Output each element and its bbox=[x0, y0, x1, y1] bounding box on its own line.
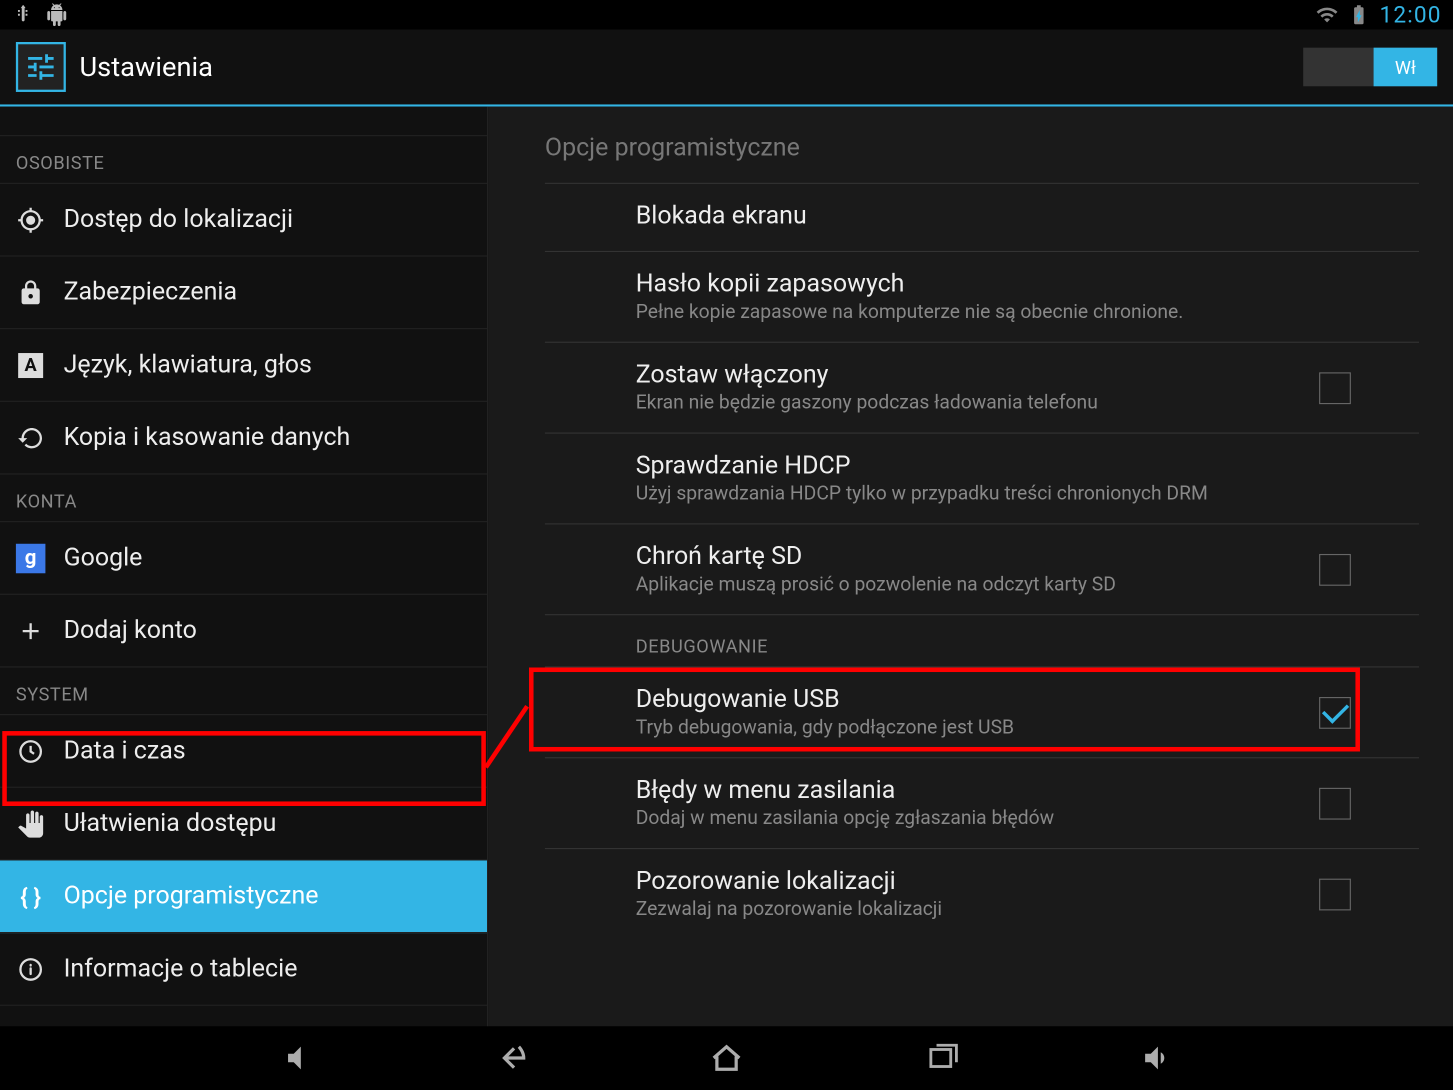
sidebar-item-label: Data i czas bbox=[64, 737, 186, 765]
plus-icon bbox=[16, 616, 46, 646]
setting-subtitle: Pełne kopie zapasowe na komputerze nie s… bbox=[636, 301, 1351, 324]
setting-protect-sd[interactable]: Chroń kartę SD Aplikacje muszą prosić o … bbox=[545, 523, 1419, 614]
sidebar-item-developer[interactable]: { } Opcje programistyczne bbox=[0, 860, 487, 933]
volume-down-button[interactable] bbox=[272, 1035, 317, 1080]
sidebar-category-system: SYSTEM bbox=[0, 667, 487, 715]
sidebar-item-accessibility[interactable]: Ułatwienia dostępu bbox=[0, 788, 487, 861]
apps-icon bbox=[16, 107, 46, 133]
settings-app-icon bbox=[16, 42, 66, 92]
settings-sidebar: Aplikacje OSOBISTE Dostęp do lokalizacji… bbox=[0, 107, 488, 1027]
setting-title: Sprawdzanie HDCP bbox=[636, 452, 1351, 480]
setting-title: Hasło kopii zapasowych bbox=[636, 270, 1351, 298]
info-icon bbox=[16, 954, 46, 984]
sidebar-item-label: Opcje programistyczne bbox=[64, 882, 319, 910]
sidebar-category-accounts: KONTA bbox=[0, 475, 487, 523]
location-icon bbox=[16, 205, 46, 235]
setting-title: Zostaw włączony bbox=[636, 361, 1297, 389]
app-title: Ustawienia bbox=[79, 51, 213, 83]
clock-icon bbox=[16, 736, 46, 766]
recent-apps-button[interactable] bbox=[920, 1035, 965, 1080]
lock-icon bbox=[16, 278, 46, 308]
setting-usb-debugging[interactable]: Debugowanie USB Tryb debugowania, gdy po… bbox=[545, 666, 1419, 757]
sidebar-item-google[interactable]: g Google bbox=[0, 522, 487, 595]
checkbox[interactable] bbox=[1319, 696, 1351, 728]
checkbox[interactable] bbox=[1319, 878, 1351, 910]
setting-title: Debugowanie USB bbox=[636, 686, 1297, 714]
sidebar-item-apps[interactable]: Aplikacje bbox=[0, 107, 487, 137]
sidebar-item-location[interactable]: Dostęp do lokalizacji bbox=[0, 184, 487, 257]
setting-subtitle: Tryb debugowania, gdy podłączone jest US… bbox=[636, 716, 1297, 739]
toggle-on-label: Wł bbox=[1374, 48, 1438, 87]
battery-icon bbox=[1348, 3, 1371, 26]
sidebar-item-security[interactable]: Zabezpieczenia bbox=[0, 257, 487, 330]
sidebar-item-backup[interactable]: Kopia i kasowanie danych bbox=[0, 402, 487, 475]
setting-stay-awake[interactable]: Zostaw włączony Ekran nie będzie gaszony… bbox=[545, 342, 1419, 433]
sidebar-item-label: Ułatwienia dostępu bbox=[64, 809, 277, 837]
sidebar-item-about[interactable]: Informacje o tablecie bbox=[0, 933, 487, 1006]
app-header: Ustawienia Wł bbox=[0, 30, 1453, 107]
checkbox[interactable] bbox=[1319, 372, 1351, 404]
back-button[interactable] bbox=[488, 1035, 533, 1080]
setting-hdcp[interactable]: Sprawdzanie HDCP Użyj sprawdzania HDCP t… bbox=[545, 433, 1419, 524]
settings-detail-pane: Opcje programistyczne Blokada ekranu Has… bbox=[488, 107, 1453, 1027]
home-button[interactable] bbox=[704, 1035, 749, 1080]
sidebar-item-language[interactable]: A Język, klawiatura, głos bbox=[0, 329, 487, 402]
setting-subtitle: Użyj sprawdzania HDCP tylko w przypadku … bbox=[636, 482, 1351, 505]
setting-lockscreen[interactable]: Blokada ekranu bbox=[545, 183, 1419, 251]
sidebar-item-label: Informacje o tablecie bbox=[64, 955, 298, 983]
sidebar-item-label: Kopia i kasowanie danych bbox=[64, 423, 351, 451]
wifi-icon bbox=[1316, 3, 1339, 26]
sidebar-category-personal: OSOBISTE bbox=[0, 136, 487, 184]
navigation-bar bbox=[0, 1026, 1453, 1090]
sidebar-item-datetime[interactable]: Data i czas bbox=[0, 715, 487, 788]
volume-up-button[interactable] bbox=[1135, 1035, 1180, 1080]
detail-title: Opcje programistyczne bbox=[545, 107, 1419, 183]
sidebar-item-label: Google bbox=[64, 544, 143, 572]
setting-title: Chroń kartę SD bbox=[636, 543, 1297, 571]
setting-title: Blokada ekranu bbox=[636, 202, 1351, 230]
language-icon: A bbox=[16, 350, 46, 380]
setting-subtitle: Aplikacje muszą prosić o pozwolenie na o… bbox=[636, 573, 1297, 596]
setting-subtitle: Ekran nie będzie gaszony podczas ładowan… bbox=[636, 392, 1297, 415]
checkbox[interactable] bbox=[1319, 553, 1351, 585]
hand-icon bbox=[16, 809, 46, 839]
sidebar-item-label: Zabezpieczenia bbox=[64, 278, 238, 306]
sidebar-item-label: Dostęp do lokalizacji bbox=[64, 205, 293, 233]
setting-power-errors[interactable]: Błędy w menu zasilania Dodaj w menu zasi… bbox=[545, 757, 1419, 848]
setting-subtitle: Dodaj w menu zasilania opcję zgłaszania … bbox=[636, 807, 1297, 830]
backup-icon bbox=[16, 423, 46, 453]
setting-title: Błędy w menu zasilania bbox=[636, 776, 1297, 804]
google-icon: g bbox=[16, 543, 46, 573]
braces-icon: { } bbox=[16, 881, 46, 911]
sidebar-item-add-account[interactable]: Dodaj konto bbox=[0, 595, 487, 668]
setting-title: Pozorowanie lokalizacji bbox=[636, 867, 1297, 895]
developer-options-toggle[interactable]: Wł bbox=[1303, 48, 1437, 87]
setting-mock-locations[interactable]: Pozorowanie lokalizacji Zezwalaj na pozo… bbox=[545, 848, 1419, 939]
status-time: 12:00 bbox=[1379, 1, 1441, 28]
status-bar: 12:00 bbox=[0, 0, 1453, 30]
setting-backup-password[interactable]: Hasło kopii zapasowych Pełne kopie zapas… bbox=[545, 251, 1419, 342]
android-icon bbox=[45, 3, 68, 26]
checkbox[interactable] bbox=[1319, 787, 1351, 819]
sidebar-item-label: Dodaj konto bbox=[64, 616, 197, 644]
usb-icon bbox=[11, 3, 34, 26]
setting-subtitle: Zezwalaj na pozorowanie lokalizacji bbox=[636, 898, 1297, 921]
sidebar-item-label: Język, klawiatura, głos bbox=[64, 351, 312, 379]
section-debugging: DEBUGOWANIE bbox=[545, 614, 1419, 666]
